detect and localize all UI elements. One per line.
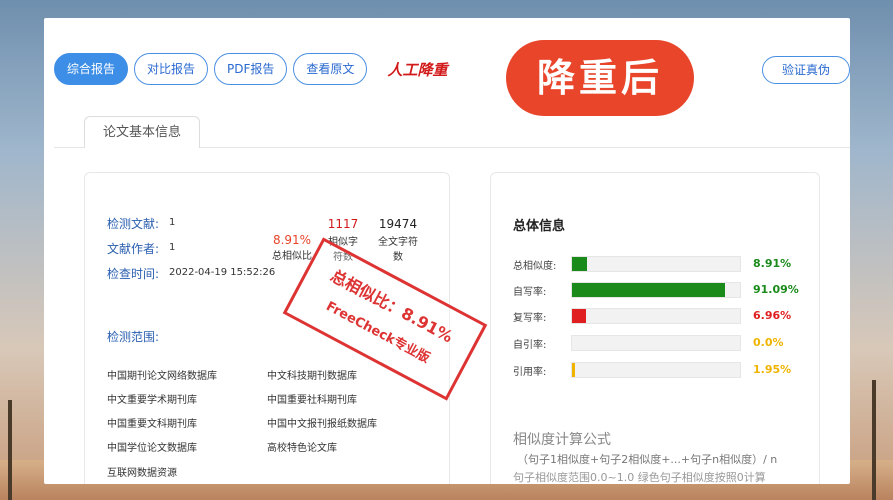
database-item: 中文科技期刊数据库: [267, 371, 357, 382]
manual-rewrite-link[interactable]: 人工降重: [387, 59, 447, 80]
metric-label: 总相似度:: [513, 261, 557, 272]
metric-bar-fill: [572, 309, 586, 323]
database-item: 高校特色论文库: [267, 443, 337, 454]
report-toolbar: 综合报告 对比报告 PDF报告 查看原文 人工降重: [54, 52, 447, 86]
author-label: 文献作者:: [107, 242, 160, 256]
database-item: 中文重要学术期刊库: [107, 395, 197, 406]
tab-comparison-report[interactable]: 对比报告: [134, 53, 209, 85]
metric-row-self-citation: 自引率: 0.0%: [513, 334, 813, 352]
palm-tree-decoration: [872, 380, 876, 500]
metric-row-rewrite-rate: 复写率: 6.96%: [513, 307, 813, 325]
similar-chars-value: 1117: [327, 217, 359, 231]
database-item: 中国重要社科期刊库: [267, 395, 357, 406]
metric-value: 6.96%: [753, 309, 792, 322]
total-chars-value: 19474: [378, 217, 418, 231]
check-time-label: 检查时间:: [107, 267, 160, 281]
metric-label: 自引率:: [513, 340, 547, 351]
metric-bar-track: [571, 256, 741, 272]
palm-tree-decoration: [8, 400, 12, 500]
total-chars-stat: 19474 全文字符数: [373, 217, 423, 263]
overall-info-panel: 总体信息 总相似度: 8.91% 自写率: 91.09% 复写率: 6.96% …: [490, 172, 820, 484]
total-chars-label: 全文字符数: [378, 237, 418, 263]
metric-label: 复写率:: [513, 313, 547, 324]
metric-bar-fill: [572, 363, 575, 377]
tab-comprehensive-report[interactable]: 综合报告: [54, 53, 129, 85]
metric-row-total-similarity: 总相似度: 8.91%: [513, 255, 813, 273]
overall-info-title: 总体信息: [513, 219, 566, 234]
database-item: 中国期刊论文网络数据库: [107, 371, 217, 382]
metric-value: 0.0%: [753, 336, 784, 349]
tab-pdf-report[interactable]: PDF报告: [214, 53, 288, 85]
metric-row-citation-rate: 引用率: 1.95%: [513, 361, 813, 379]
scope-title: 检测范围:: [107, 330, 160, 344]
formula-title: 相似度计算公式: [513, 432, 611, 448]
metric-label: 引用率:: [513, 367, 547, 378]
doc-label: 检测文献:: [107, 217, 160, 231]
database-item: 中国中文报刊报纸数据库: [267, 419, 377, 430]
section-tab-basic-info[interactable]: 论文基本信息: [84, 116, 200, 148]
metric-value: 1.95%: [753, 363, 792, 376]
metric-row-self-written: 自写率: 91.09%: [513, 281, 813, 299]
similarity-value: 8.91%: [272, 233, 312, 247]
database-item: 中国重要文科期刊库: [107, 419, 197, 430]
metric-value: 8.91%: [753, 257, 792, 270]
tab-view-original[interactable]: 查看原文: [293, 53, 368, 85]
metric-bar-track: [571, 282, 741, 298]
doc-value: 1: [169, 217, 176, 228]
after-rewrite-overlay-label: 降重后: [506, 40, 694, 116]
metric-bar-fill: [572, 283, 725, 297]
metric-label: 自写率:: [513, 287, 547, 298]
author-value: 1: [169, 242, 176, 253]
metric-bar-track: [571, 308, 741, 324]
similarity-label: 总相似比: [272, 251, 312, 262]
metric-bar-track: [571, 362, 741, 378]
database-item: 互联网数据资源: [107, 468, 177, 479]
database-item: 中国学位论文数据库: [107, 443, 197, 454]
verify-authenticity-button[interactable]: 验证真伪: [762, 56, 850, 84]
formula-expression: （句子1相似度+句子2相似度+...+句子n相似度）/ n: [517, 453, 778, 466]
metric-bar-track: [571, 335, 741, 351]
metric-value: 91.09%: [753, 283, 799, 296]
formula-note: 句子相似度范围0.0~1.0 绿色句子相似度按照0计算: [513, 471, 766, 484]
check-time-value: 2022-04-19 15:52:26: [169, 267, 276, 278]
similarity-stat: 8.91% 总相似比: [269, 233, 315, 262]
metric-bar-fill: [572, 257, 587, 271]
report-card: 综合报告 对比报告 PDF报告 查看原文 人工降重 验证真伪 降重后 论文基本信…: [44, 18, 850, 484]
